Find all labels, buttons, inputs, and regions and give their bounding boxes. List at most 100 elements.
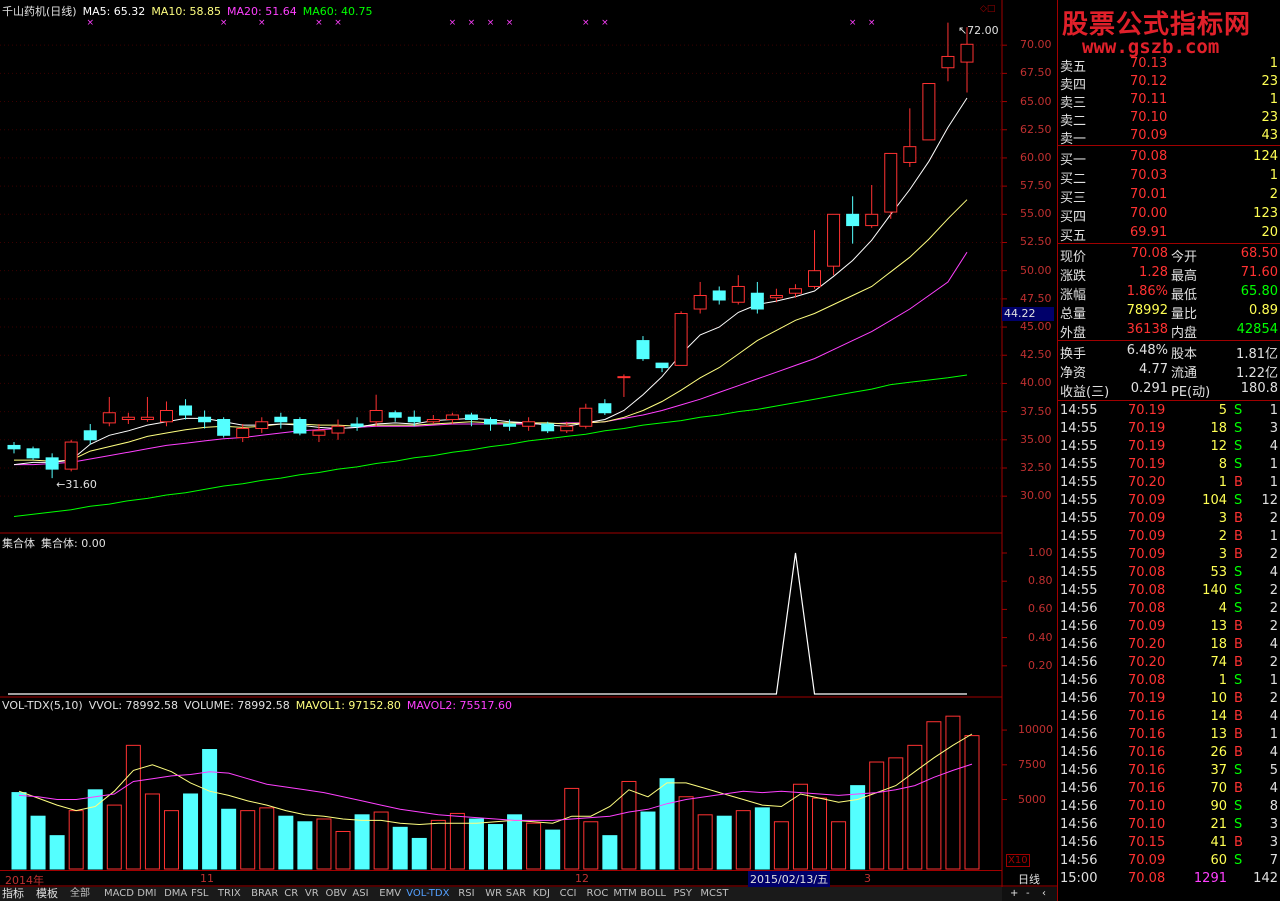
window-control-icon[interactable]: ◇□	[980, 4, 995, 14]
tick-price: 70.16	[1128, 781, 1166, 796]
tick-row: 14:55 70.19 5 S 1	[1058, 402, 1280, 420]
sell-price: 70.10	[1130, 110, 1168, 125]
quote-row: 涨跌 1.28 最高 71.60	[1058, 264, 1280, 284]
volume-bar	[183, 793, 199, 870]
candle-body	[198, 416, 212, 423]
zoom-out-icon[interactable]: -	[1026, 887, 1030, 901]
volume-bar	[87, 789, 103, 870]
price-tick-label: 67.50	[1020, 66, 1052, 80]
quote-value: 65.80	[1240, 284, 1278, 299]
volume-bar	[202, 749, 218, 870]
tick-count: 142	[1253, 871, 1278, 886]
buy-price: 70.01	[1130, 187, 1168, 202]
tick-direction: B	[1234, 511, 1243, 526]
tab-fsl[interactable]: FSL	[191, 887, 209, 901]
tab-mtm[interactable]: MTM	[613, 887, 636, 901]
scroll-left-icon[interactable]: ‹	[1042, 887, 1046, 901]
volume-tick-label: 7500	[1018, 757, 1046, 771]
volume-bar	[926, 721, 942, 870]
candle-body	[808, 270, 822, 287]
tick-row: 14:56 70.20 18 B 4	[1058, 636, 1280, 654]
candle-body	[922, 83, 936, 141]
buy-label: 买四	[1060, 210, 1087, 225]
candle-body	[159, 409, 173, 423]
quote-label: 最低	[1171, 288, 1198, 303]
tick-count: 1	[1269, 727, 1278, 742]
tick-price: 70.09	[1128, 493, 1166, 508]
tick-direction: S	[1234, 799, 1243, 814]
signal-marker: ×	[601, 18, 609, 28]
candle-body	[541, 423, 555, 432]
tick-price: 70.15	[1128, 835, 1166, 850]
tick-direction: B	[1234, 835, 1243, 850]
buy-row: 买四 70.00 123	[1058, 205, 1280, 225]
candle-body	[45, 457, 59, 470]
period-label[interactable]: 日线	[1018, 871, 1040, 887]
zoom-in-icon[interactable]: +	[1010, 887, 1018, 901]
tab-sar[interactable]: SAR	[506, 887, 526, 901]
tab-obv[interactable]: OBV	[326, 887, 347, 901]
tab-roc[interactable]: ROC	[587, 887, 609, 901]
finance-value: 1.81亿	[1236, 347, 1278, 362]
candle-body	[598, 403, 612, 414]
tab-指标[interactable]: 指标	[2, 887, 24, 901]
tick-direction: S	[1234, 601, 1243, 616]
tick-volume: 13	[1210, 727, 1227, 742]
tab-asi[interactable]: ASI	[352, 887, 368, 901]
ma60-line	[13, 374, 968, 517]
tick-time: 14:56	[1060, 673, 1098, 688]
tick-direction: S	[1234, 817, 1243, 832]
volume-bar	[221, 808, 237, 870]
tick-volume: 2	[1218, 529, 1227, 544]
price-tick-label: 55.00	[1020, 207, 1052, 221]
tick-direction: S	[1234, 673, 1243, 688]
tab-emv[interactable]: EMV	[379, 887, 401, 901]
tab-模板[interactable]: 模板	[36, 887, 58, 901]
tick-direction: S	[1234, 493, 1243, 508]
tab-全部[interactable]: 全部	[70, 887, 90, 901]
tab-boll[interactable]: BOLL	[640, 887, 666, 901]
tab-brar[interactable]: BRAR	[251, 887, 278, 901]
tick-row: 14:56 70.19 10 B 2	[1058, 690, 1280, 708]
tab-wr[interactable]: WR	[485, 887, 502, 901]
tick-count: 4	[1269, 745, 1278, 760]
quote-value: 1.86%	[1126, 284, 1168, 299]
buy-volume: 20	[1261, 225, 1278, 240]
divider	[1058, 400, 1280, 401]
tab-dmi[interactable]: DMI	[137, 887, 156, 901]
tick-direction: S	[1234, 439, 1243, 454]
tick-count: 3	[1269, 817, 1278, 832]
volume-bar	[49, 835, 65, 870]
tab-rsi[interactable]: RSI	[458, 887, 474, 901]
candle-body	[445, 414, 459, 421]
tab-trix[interactable]: TRIX	[218, 887, 241, 901]
tab-kdj[interactable]: KDJ	[533, 887, 550, 901]
price-tick-label: 62.50	[1020, 122, 1052, 136]
tick-volume: 3	[1218, 547, 1227, 562]
ma5-line	[13, 97, 968, 466]
price-tick-label: 30.00	[1020, 489, 1052, 503]
tick-time: 14:56	[1060, 799, 1098, 814]
tick-row: 14:56 70.15 41 B 3	[1058, 834, 1280, 852]
tab-cr[interactable]: CR	[284, 887, 298, 901]
tab-vol-tdx[interactable]: VOL-TDX	[406, 887, 449, 901]
quote-value: 36138	[1126, 322, 1168, 337]
volume-bar	[716, 815, 732, 870]
tab-psy[interactable]: PSY	[674, 887, 693, 901]
tab-cci[interactable]: CCI	[560, 887, 577, 901]
tick-count: 2	[1269, 691, 1278, 706]
candle-body	[102, 412, 116, 424]
tick-price: 70.19	[1128, 439, 1166, 454]
tab-vr[interactable]: VR	[305, 887, 319, 901]
tick-row: 14:56 70.16 37 S 5	[1058, 762, 1280, 780]
tab-dma[interactable]: DMA	[164, 887, 187, 901]
tab-macd[interactable]: MACD	[104, 887, 134, 901]
tick-row: 14:55 70.20 1 B 1	[1058, 474, 1280, 492]
volume-bar	[945, 715, 961, 870]
tick-row: 15:00 70.08 1291 142	[1058, 870, 1280, 888]
volume-bar	[602, 835, 618, 870]
tab-mcst[interactable]: MCST	[700, 887, 728, 901]
tick-time: 14:55	[1060, 439, 1098, 454]
volume-bar	[144, 793, 160, 870]
tick-volume: 70	[1210, 781, 1227, 796]
